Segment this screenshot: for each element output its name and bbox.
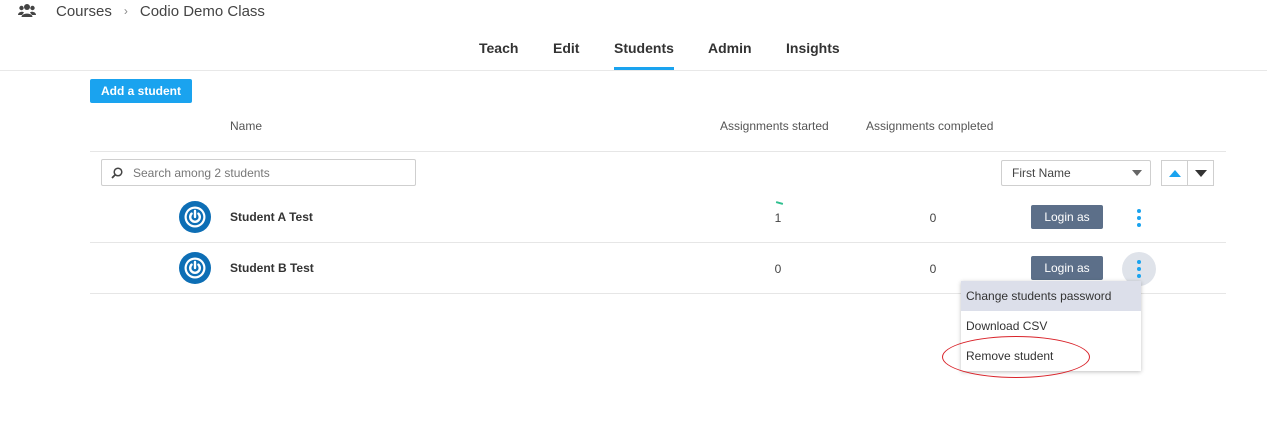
assignments-completed: 0 (929, 262, 937, 276)
power-icon (184, 257, 206, 279)
users-icon (18, 4, 36, 17)
divider (90, 242, 1226, 243)
column-header-name[interactable]: Name (230, 119, 262, 133)
tab-students[interactable]: Students (614, 40, 674, 70)
sort-direction-group (1161, 160, 1214, 186)
sort-descending-button[interactable] (1187, 161, 1213, 185)
chevron-right-icon: › (123, 4, 128, 18)
assignments-completed: 0 (929, 211, 937, 225)
more-options-button[interactable] (1122, 201, 1156, 235)
menu-item-remove-student[interactable]: Remove student (961, 341, 1141, 371)
tab-admin[interactable]: Admin (708, 40, 752, 70)
login-as-button[interactable]: Login as (1031, 256, 1103, 280)
chevron-down-icon (1132, 170, 1142, 176)
triangle-down-icon (1194, 169, 1207, 177)
sort-field-value: First Name (1012, 166, 1071, 180)
avatar (179, 252, 211, 284)
kebab-icon (1137, 209, 1141, 227)
menu-item-change-password[interactable]: Change students password (961, 281, 1141, 311)
tab-edit[interactable]: Edit (553, 40, 579, 70)
sort-field-select[interactable]: First Name (1001, 160, 1151, 186)
divider (90, 151, 1226, 152)
breadcrumb-class[interactable]: Codio Demo Class (140, 3, 265, 20)
tab-insights[interactable]: Insights (786, 40, 840, 70)
course-tabs: Teach Edit Students Admin Insights (0, 36, 1267, 71)
student-name[interactable]: Student B Test (230, 261, 314, 275)
login-as-button[interactable]: Login as (1031, 205, 1103, 229)
breadcrumb: Courses › Codio Demo Class (18, 1, 265, 21)
kebab-icon (1137, 260, 1141, 278)
add-student-button[interactable]: Add a student (90, 79, 192, 103)
column-header-started[interactable]: Assignments started (720, 119, 829, 133)
column-header-completed[interactable]: Assignments completed (866, 119, 993, 133)
search-input[interactable] (133, 165, 403, 180)
search-box[interactable] (101, 159, 416, 186)
search-icon (111, 166, 123, 179)
tab-teach[interactable]: Teach (479, 40, 518, 70)
menu-item-download-csv[interactable]: Download CSV (961, 311, 1141, 341)
sort-ascending-button[interactable] (1162, 161, 1187, 185)
avatar (179, 201, 211, 233)
assignments-started: 1 (774, 211, 782, 225)
power-icon (184, 206, 206, 228)
student-name[interactable]: Student A Test (230, 210, 313, 224)
student-context-menu: Change students password Download CSV Re… (961, 281, 1141, 371)
breadcrumb-courses[interactable]: Courses (56, 3, 112, 20)
triangle-up-icon (1168, 169, 1181, 177)
progress-mark (775, 201, 784, 205)
assignments-started: 0 (774, 262, 782, 276)
